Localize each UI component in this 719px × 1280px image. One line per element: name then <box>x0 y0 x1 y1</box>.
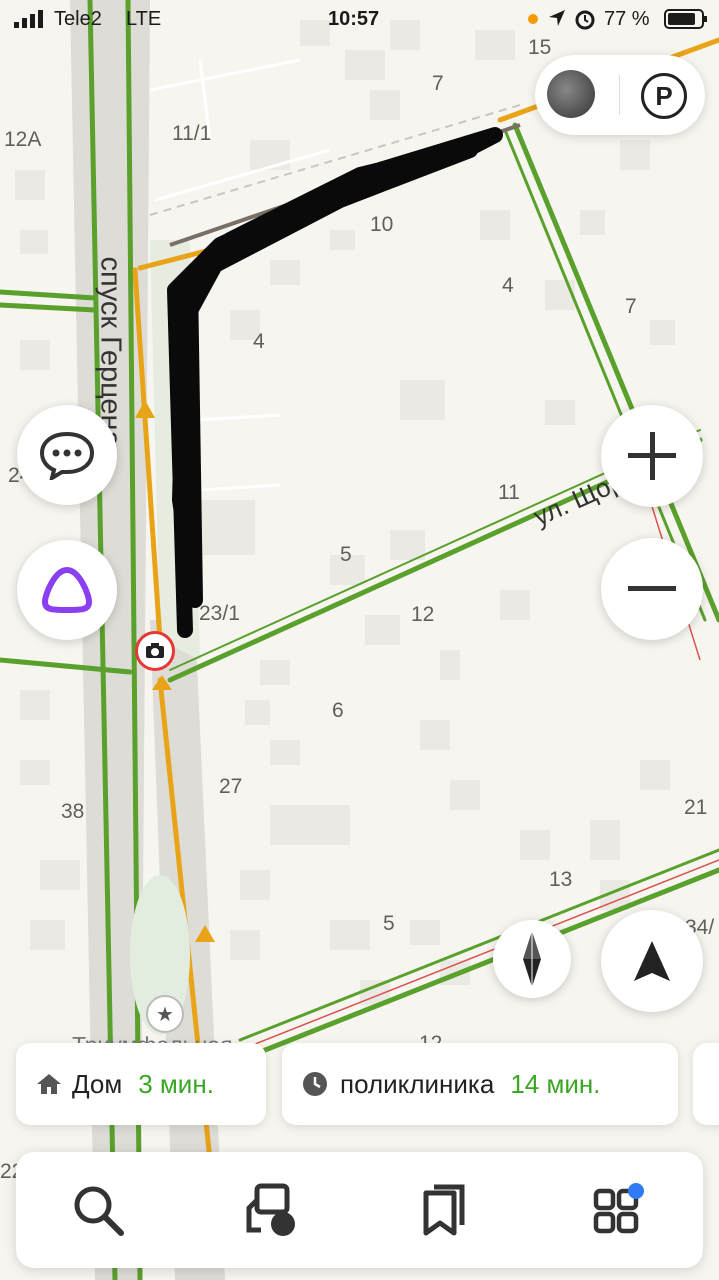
compass-button[interactable] <box>493 920 571 998</box>
parking-label: P <box>655 80 673 111</box>
carrier-label: Tele2 <box>54 8 102 30</box>
zoom-out-button[interactable] <box>601 538 703 640</box>
alice-icon <box>42 567 92 613</box>
bottom-nav-bar <box>16 1152 703 1268</box>
network-label: LTE <box>126 8 162 30</box>
zoom-in-button[interactable] <box>601 405 703 507</box>
house-number: 23/1 <box>199 602 240 625</box>
route-chip-time: 3 мин. <box>138 1068 214 1099</box>
bookmarks-button[interactable] <box>414 1180 474 1240</box>
house-number: 4 <box>253 330 265 353</box>
speed-camera-icon[interactable] <box>135 631 175 671</box>
alarm-icon <box>575 10 595 30</box>
minus-icon <box>628 586 676 591</box>
locate-button[interactable] <box>601 910 703 1012</box>
house-number: 7 <box>432 72 444 95</box>
search-button[interactable] <box>68 1180 128 1240</box>
signal-icon <box>14 10 43 28</box>
services-button[interactable] <box>587 1180 647 1240</box>
house-number: 11/1 <box>172 122 212 145</box>
services-icon <box>593 1183 644 1234</box>
parking-button[interactable]: P <box>641 73 687 119</box>
location-arrow-icon <box>549 10 565 26</box>
route-button[interactable] <box>241 1180 301 1240</box>
alice-button[interactable] <box>17 540 117 640</box>
star-poi-icon[interactable]: ★ <box>146 995 184 1033</box>
map-layers-panel: P <box>535 55 705 135</box>
house-number: 27 <box>219 775 243 798</box>
clock: 10:57 <box>328 8 380 30</box>
chat-icon <box>39 431 95 480</box>
plus-icon <box>628 432 676 480</box>
house-number: 10 <box>370 213 394 236</box>
house-number: 21 <box>684 796 708 819</box>
layers-icon[interactable] <box>547 70 595 118</box>
house-number: 6 <box>332 699 344 722</box>
route-chip-more[interactable] <box>693 1043 719 1125</box>
house-number: 11 <box>498 481 520 504</box>
route-icon <box>246 1183 295 1236</box>
route-chip-label: поликлиника <box>340 1068 495 1099</box>
route-chip-clinic[interactable]: поликлиника 14 мин. <box>282 1043 678 1125</box>
house-number: 5 <box>383 912 395 935</box>
house-number: 38 <box>61 800 85 823</box>
location-dot-icon <box>528 14 538 24</box>
home-icon <box>37 1074 61 1094</box>
compass-icon <box>523 931 541 987</box>
navigation-arrow-icon <box>634 941 670 981</box>
route-chip-home[interactable]: Дом 3 мин. <box>16 1043 266 1125</box>
route-chip-label: Дом <box>72 1068 123 1099</box>
bookmarks-icon <box>423 1184 465 1236</box>
house-number: 7 <box>625 295 637 318</box>
house-number: 12А <box>4 128 42 151</box>
battery-icon <box>664 9 707 29</box>
house-number: 5 <box>340 543 352 566</box>
house-number: 12 <box>411 603 435 626</box>
status-bar: Tele2 LTE 10:57 77 % <box>0 0 719 40</box>
house-number: 13 <box>549 868 573 891</box>
route-chip-time: 14 мин. <box>510 1068 601 1099</box>
search-icon <box>74 1186 124 1236</box>
battery-percent: 77 % <box>604 8 650 30</box>
clock-icon <box>303 1072 327 1096</box>
house-number: 4 <box>502 274 514 297</box>
chat-button[interactable] <box>17 405 117 505</box>
